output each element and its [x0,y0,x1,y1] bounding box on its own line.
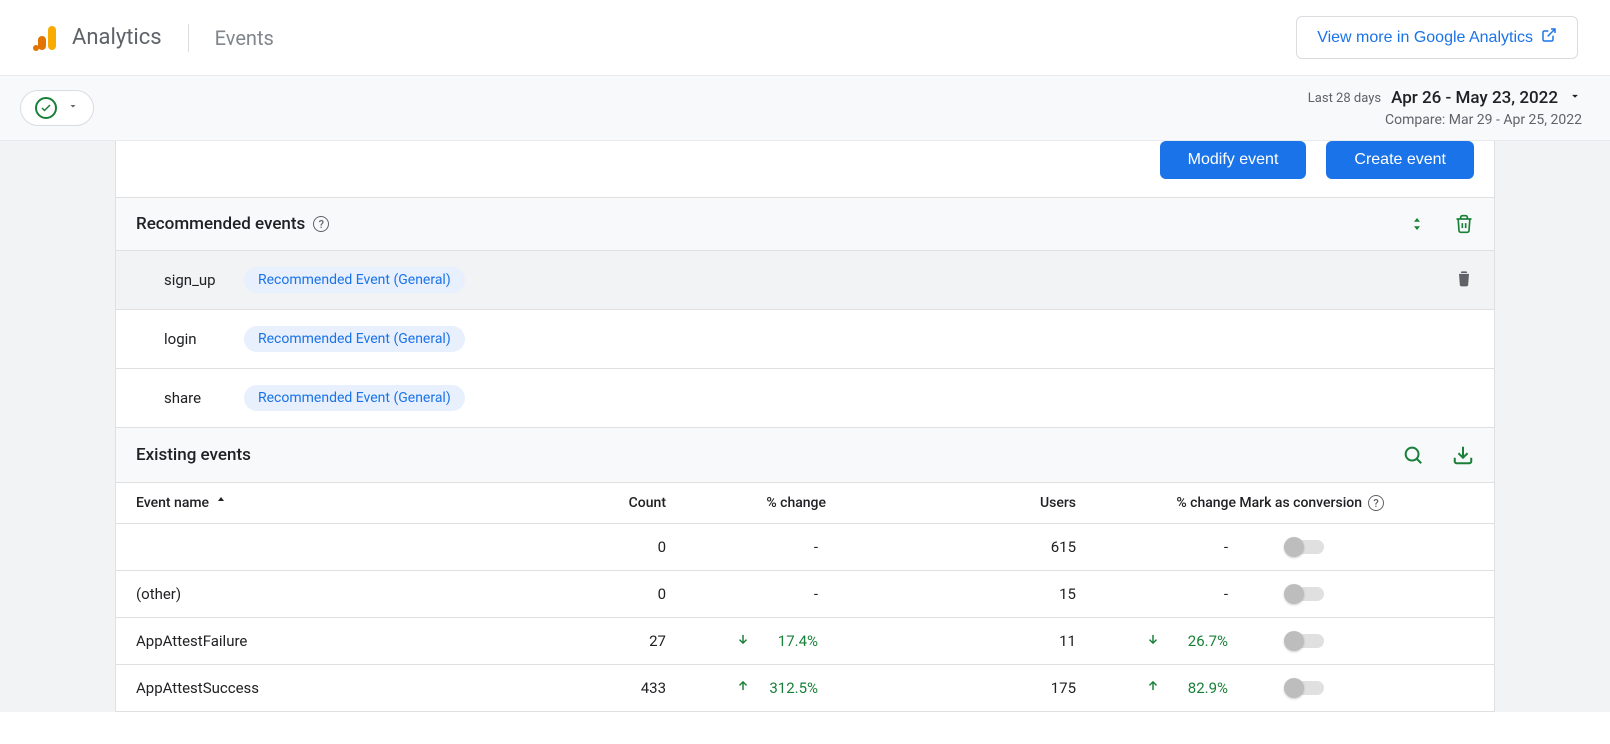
col-mark-label: Mark as conversion [1239,495,1362,511]
cell-count: 0 [556,585,666,603]
arrow-up-icon [736,679,750,697]
cell-users-change: - [1076,585,1236,603]
view-more-label: View more in Google Analytics [1317,29,1533,47]
existing-actions [1402,444,1474,466]
help-icon[interactable]: ? [1368,495,1384,511]
chevron-down-icon [1568,89,1582,107]
cell-users: 175 [826,679,1076,697]
table-row[interactable]: AppAttestSuccess 433 312.5% 175 82.9% [115,665,1495,712]
cell-toggle [1236,587,1474,601]
date-range-picker[interactable]: Last 28 days Apr 26 - May 23, 2022 [1308,88,1582,108]
cell-users-change: 82.9% [1076,679,1236,697]
cell-toggle [1236,634,1474,648]
recommended-event-name: login [164,330,224,348]
cell-users: 15 [826,585,1076,603]
period-label: Last 28 days [1308,91,1381,106]
filter-bar: Last 28 days Apr 26 - May 23, 2022 Compa… [0,76,1610,141]
open-external-icon [1541,27,1557,48]
recommended-event-row[interactable]: sign_up Recommended Event (General) [115,251,1495,310]
separator [188,24,189,52]
sort-toggle-icon[interactable] [1408,215,1426,233]
table-row[interactable]: AppAttestFailure 27 17.4% 11 26.7% [115,618,1495,665]
event-actions-row: Modify event Create event [115,141,1495,198]
table-row[interactable]: (other) 0 - 15 - [115,571,1495,618]
delete-all-icon[interactable] [1454,214,1474,234]
cell-toggle [1236,540,1474,554]
cell-users: 615 [826,538,1076,556]
recommended-events-header: Recommended events ? [115,198,1495,251]
cell-event-name: AppAttestSuccess [136,679,556,697]
cell-users: 11 [826,632,1076,650]
check-circle-icon [35,97,57,119]
conversion-toggle[interactable] [1284,681,1324,695]
table-row[interactable]: 0 - 615 - [115,524,1495,571]
sort-asc-icon [215,495,227,511]
status-filter-chip[interactable] [20,90,94,126]
create-event-button[interactable]: Create event [1326,141,1474,179]
cell-event-name: (other) [136,585,556,603]
cell-count-change: - [666,585,826,603]
col-mark-conversion: Mark as conversion ? [1236,495,1474,511]
chevron-down-icon [67,100,79,116]
cell-count-change: 312.5% [666,679,826,697]
recommended-actions [1408,214,1474,234]
existing-title: Existing events [136,445,251,465]
table-header-row: Event name Count % change Users % change… [115,483,1495,524]
panel: Modify event Create event Recommended ev… [115,141,1495,712]
arrow-down-icon [1146,632,1160,650]
conversion-toggle[interactable] [1284,634,1324,648]
cell-users-change: 26.7% [1076,632,1236,650]
recommended-title: Recommended events [136,214,305,234]
col-users[interactable]: Users [826,495,1076,511]
cell-event-name: AppAttestFailure [136,632,556,650]
recommended-badge: Recommended Event (General) [244,267,465,293]
modify-event-button[interactable]: Modify event [1160,141,1307,179]
brand-area: Analytics Events [32,24,274,52]
period-range: Apr 26 - May 23, 2022 [1391,88,1558,108]
arrow-down-icon [736,632,750,650]
content-area: Modify event Create event Recommended ev… [0,141,1610,712]
cell-users-change: - [1076,538,1236,556]
existing-events-header: Existing events [115,428,1495,483]
recommended-badge: Recommended Event (General) [244,326,465,352]
top-header: Analytics Events View more in Google Ana… [0,0,1610,76]
conversion-toggle[interactable] [1284,540,1324,554]
compare-range: Compare: Mar 29 - Apr 25, 2022 [1308,112,1582,128]
cell-count: 0 [556,538,666,556]
date-range-area: Last 28 days Apr 26 - May 23, 2022 Compa… [1308,88,1582,128]
conversion-toggle[interactable] [1284,587,1324,601]
analytics-logo-icon [32,24,60,52]
recommended-event-name: share [164,389,224,407]
recommended-event-row[interactable]: login Recommended Event (General) [115,310,1495,369]
cell-count: 27 [556,632,666,650]
search-icon[interactable] [1402,444,1424,466]
recommended-title-wrap: Recommended events ? [136,214,329,234]
arrow-up-icon [1146,679,1160,697]
col-event-name-label: Event name [136,495,209,511]
view-more-button[interactable]: View more in Google Analytics [1296,16,1578,59]
recommended-event-name: sign_up [164,271,224,289]
cell-count: 433 [556,679,666,697]
brand-title: Analytics [72,25,162,50]
cell-count-change: 17.4% [666,632,826,650]
recommended-badge: Recommended Event (General) [244,385,465,411]
download-icon[interactable] [1452,444,1474,466]
help-icon[interactable]: ? [313,216,329,232]
delete-icon[interactable] [1454,268,1474,292]
cell-count-change: - [666,538,826,556]
cell-toggle [1236,681,1474,695]
section-crumb: Events [215,26,274,50]
col-count-change[interactable]: % change [666,495,826,511]
col-users-change[interactable]: % change [1076,495,1236,511]
recommended-event-row[interactable]: share Recommended Event (General) [115,369,1495,428]
col-count[interactable]: Count [556,495,666,511]
col-event-name[interactable]: Event name [136,495,556,511]
